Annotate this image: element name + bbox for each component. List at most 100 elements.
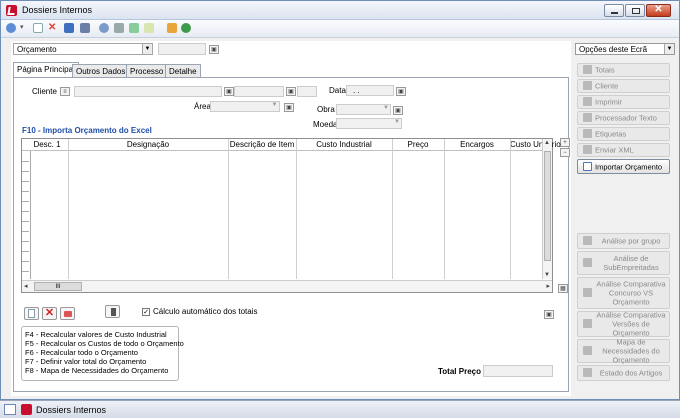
version-comparison-button[interactable]: Análise Comparativa Versões de Orçamento xyxy=(577,311,670,338)
compare-icon xyxy=(583,319,592,328)
row-selector[interactable] xyxy=(22,151,31,279)
scroll-left-icon[interactable]: ◂ xyxy=(24,282,28,290)
moeda-label: Moeda xyxy=(313,120,338,129)
export-icon[interactable] xyxy=(129,23,139,33)
subcontract-analysis-button[interactable]: Análise de SubEmpreitadas xyxy=(577,251,670,275)
doc-type-select[interactable]: Orçamento ▼ xyxy=(13,43,153,55)
record-icon[interactable] xyxy=(6,23,16,33)
grid-icon[interactable] xyxy=(80,23,90,33)
main-area: Orçamento ▼ ▣ Página Principal Outros Da… xyxy=(11,41,571,396)
auto-calc-label: Cálculo automático dos totais xyxy=(153,307,258,316)
tender-comparison-button[interactable]: Análise Comparativa Concurso VS Orçament… xyxy=(577,277,670,309)
lookup-icon[interactable]: ▣ xyxy=(224,87,234,96)
col-header[interactable]: Preço xyxy=(392,139,444,151)
items-grid[interactable]: Desc. 1 Designação Descrição de Item Cus… xyxy=(21,138,561,293)
cliente-name-field[interactable] xyxy=(234,86,284,97)
chart-icon xyxy=(583,236,592,245)
print-icon[interactable] xyxy=(114,23,124,33)
remove-row-icon[interactable]: − xyxy=(560,148,570,157)
lookup-icon[interactable]: ▣ xyxy=(209,45,219,54)
eraser-icon xyxy=(64,311,72,317)
doc-number-field[interactable] xyxy=(158,43,206,55)
lookup-icon[interactable]: ▣ xyxy=(393,106,403,115)
shortcut-help-box: F4 - Recalcular valores de Custo Industr… xyxy=(21,326,184,381)
col-header[interactable]: Custo Industrial xyxy=(296,139,392,151)
needs-map-button[interactable]: Mapa de Necessidades do Orçamento xyxy=(577,338,670,365)
totals-icon xyxy=(583,65,592,74)
new-document-icon xyxy=(28,309,35,318)
col-header[interactable]: Encargos xyxy=(444,139,510,151)
options-button[interactable] xyxy=(105,305,120,318)
chevron-down-icon[interactable]: ▼ xyxy=(394,119,400,125)
main-window: Dossiers Internos ✕ ▾ ✕ Orçamento ▼ ▣ Pá… xyxy=(0,0,680,400)
lookup-icon[interactable]: ▣ xyxy=(286,87,296,96)
scroll-down-icon[interactable]: ▼ xyxy=(544,272,550,278)
tab-detail[interactable]: Detalhe xyxy=(165,64,201,78)
desktop-icon[interactable] xyxy=(4,404,16,415)
print-button[interactable]: Imprimir xyxy=(577,95,670,109)
title-bar: Dossiers Internos ✕ xyxy=(1,1,679,20)
menu-icon[interactable]: ≡ xyxy=(60,87,70,96)
new-row-button[interactable] xyxy=(24,307,39,320)
tab-other-data[interactable]: Outros Dados xyxy=(72,64,130,78)
clear-button[interactable] xyxy=(60,307,75,320)
add-row-icon[interactable]: + xyxy=(560,138,570,147)
help-line: F6 - Recalcular todo o Orçamento xyxy=(25,348,138,357)
chevron-down-icon[interactable]: ▼ xyxy=(270,102,279,111)
lookup-icon[interactable]: ▣ xyxy=(284,103,294,112)
labels-button[interactable]: Etiquetas xyxy=(577,127,670,141)
check-icon[interactable] xyxy=(144,23,154,33)
total-price-field xyxy=(483,365,553,377)
group-analysis-button[interactable]: Análise por grupo xyxy=(577,233,670,249)
close-button[interactable]: ✕ xyxy=(646,4,671,17)
col-header[interactable]: Desc. 1 xyxy=(32,139,62,151)
grid-vertical-scrollbar[interactable]: ▲ ▼ xyxy=(542,139,552,279)
chevron-down-icon[interactable]: ▼ xyxy=(664,44,674,54)
taskbar-item[interactable]: Dossiers Internos xyxy=(36,405,106,415)
area-select[interactable]: ▼ xyxy=(210,101,280,112)
calendar-icon[interactable]: ▣ xyxy=(396,87,406,96)
text-processor-button[interactable]: Processador Texto xyxy=(577,111,670,125)
delete-icon: ✕ xyxy=(44,307,55,319)
help-icon[interactable] xyxy=(181,23,191,33)
send-xml-button[interactable]: Enviar XML xyxy=(577,143,670,157)
minimize-button[interactable] xyxy=(604,4,624,17)
tab-process[interactable]: Processo xyxy=(126,64,168,78)
form-icon[interactable] xyxy=(64,23,74,33)
scroll-thumb[interactable]: III xyxy=(34,282,82,291)
cliente-field[interactable] xyxy=(74,86,222,97)
moeda-select[interactable]: ▼ xyxy=(336,118,402,129)
chevron-down-icon[interactable]: ▼ xyxy=(383,105,389,111)
auto-calc-checkbox[interactable]: ✓ xyxy=(142,308,150,316)
grid-horizontal-scrollbar[interactable]: ◂ III ▸ xyxy=(22,280,552,292)
tab-main[interactable]: Página Principal xyxy=(13,62,79,78)
obra-select[interactable]: ▼ xyxy=(336,104,391,115)
lookup-icon[interactable]: ▣ xyxy=(544,310,554,319)
scroll-thumb[interactable] xyxy=(544,151,551,261)
cliente-extra-field[interactable] xyxy=(297,86,317,97)
delete-row-button[interactable]: ✕ xyxy=(42,307,57,320)
client-button[interactable]: Cliente xyxy=(577,79,670,93)
section-title: F10 - Importa Orçamento do Excel xyxy=(22,126,152,135)
delete-icon[interactable]: ✕ xyxy=(48,23,58,33)
window-title: Dossiers Internos xyxy=(22,5,93,15)
chevron-down-icon[interactable]: ▾ xyxy=(20,23,26,33)
grid-settings-icon[interactable]: ▦ xyxy=(558,284,568,293)
chevron-down-icon[interactable]: ▼ xyxy=(142,44,152,54)
scroll-up-icon[interactable]: ▲ xyxy=(544,140,550,146)
restore-button[interactable] xyxy=(625,4,645,17)
scroll-right-icon[interactable]: ▸ xyxy=(546,282,550,290)
search-icon[interactable] xyxy=(99,23,109,33)
col-header[interactable]: Designação xyxy=(68,139,228,151)
col-header[interactable]: Descrição de Item xyxy=(228,139,296,151)
screen-options-select[interactable]: Opções deste Ecrã ▼ xyxy=(575,43,675,55)
date-field[interactable]: . . xyxy=(346,85,394,96)
right-panel: Opções deste Ecrã ▼ Totais Cliente Impri… xyxy=(574,41,677,396)
totals-button[interactable]: Totais xyxy=(577,63,670,77)
send-icon xyxy=(583,145,592,154)
import-budget-button[interactable]: Importar Orçamento xyxy=(577,159,670,174)
article-status-button[interactable]: Estado dos Artigos xyxy=(577,365,670,381)
tools-icon[interactable] xyxy=(167,23,177,33)
help-line: F8 - Mapa de Necessidades do Orçamento xyxy=(25,366,169,375)
new-document-icon[interactable] xyxy=(33,23,43,33)
